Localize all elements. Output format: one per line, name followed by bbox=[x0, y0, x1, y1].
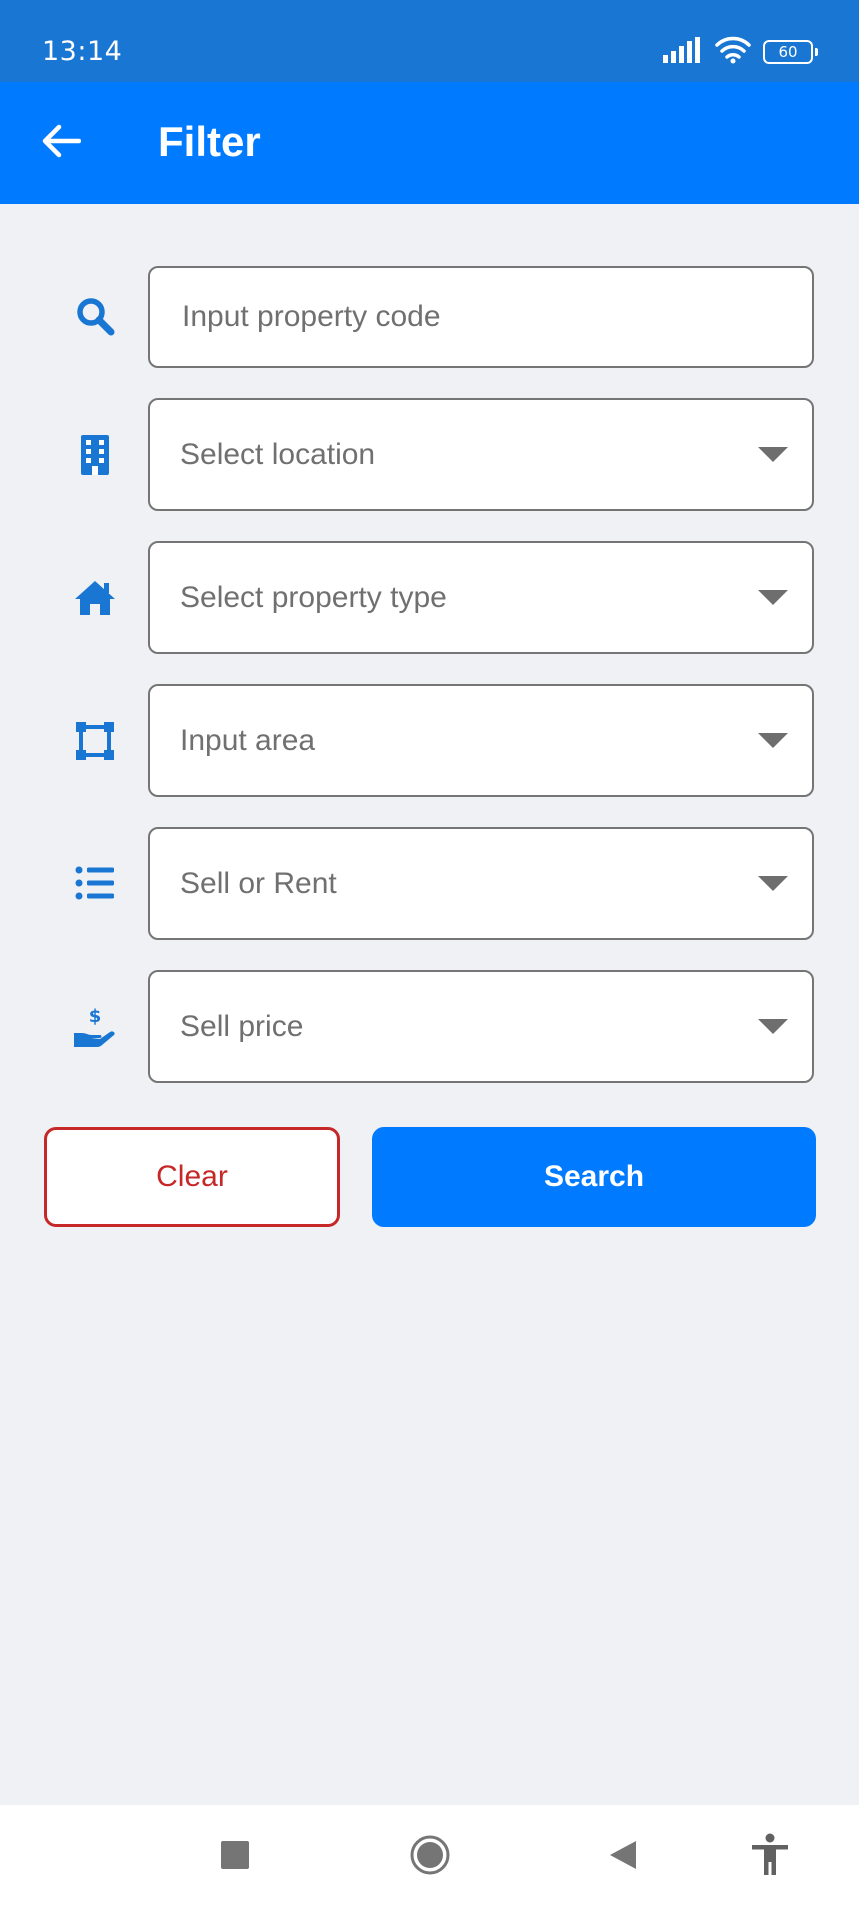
chevron-down-icon bbox=[758, 732, 788, 748]
status-icons: 60 bbox=[663, 36, 818, 68]
home-icon bbox=[70, 573, 120, 623]
recents-button[interactable] bbox=[195, 1805, 275, 1908]
property-code-input[interactable] bbox=[180, 299, 812, 335]
vector-square-icon bbox=[70, 716, 120, 766]
sell-or-rent-placeholder: Sell or Rent bbox=[180, 866, 337, 900]
home-nav-button[interactable] bbox=[390, 1805, 470, 1908]
signal-icon bbox=[663, 37, 703, 67]
sell-or-rent-select[interactable]: Sell or Rent bbox=[148, 827, 814, 940]
property-type-placeholder: Select property type bbox=[180, 580, 447, 614]
list-icon bbox=[70, 858, 120, 908]
status-bar: 13:14 60 bbox=[0, 0, 859, 82]
accessibility-icon bbox=[748, 1833, 792, 1881]
chevron-down-icon bbox=[758, 589, 788, 605]
property-code-field[interactable] bbox=[148, 266, 814, 368]
sell-price-placeholder: Sell price bbox=[180, 1009, 304, 1043]
chevron-down-icon bbox=[758, 1018, 788, 1034]
property-type-select[interactable]: Select property type bbox=[148, 541, 814, 654]
battery-icon: 60 bbox=[763, 40, 818, 64]
wifi-icon bbox=[715, 36, 751, 68]
svg-text:$: $ bbox=[89, 1006, 102, 1027]
back-triangle-icon bbox=[608, 1839, 638, 1875]
filter-screen: 13:14 60 Filter Input property code Sele… bbox=[0, 0, 859, 1908]
search-button[interactable]: Search bbox=[372, 1127, 816, 1227]
area-select[interactable]: Input area bbox=[148, 684, 814, 797]
chevron-down-icon bbox=[758, 446, 788, 462]
accessibility-button[interactable] bbox=[730, 1805, 810, 1908]
recents-square-icon bbox=[221, 1840, 249, 1873]
battery-level: 60 bbox=[778, 42, 798, 61]
search-icon bbox=[70, 291, 120, 341]
back-button[interactable] bbox=[30, 112, 92, 174]
chevron-down-icon bbox=[758, 875, 788, 891]
sell-price-select[interactable]: Sell price bbox=[148, 970, 814, 1083]
app-bar: Filter bbox=[0, 82, 859, 204]
home-circle-icon bbox=[410, 1835, 450, 1879]
hand-dollar-icon: $ bbox=[70, 1002, 120, 1052]
area-placeholder: Input area bbox=[180, 723, 316, 757]
clear-button[interactable]: Clear bbox=[44, 1127, 340, 1227]
back-nav-button[interactable] bbox=[583, 1805, 663, 1908]
building-icon bbox=[70, 430, 120, 480]
system-nav-bar bbox=[0, 1805, 859, 1908]
status-time: 13:14 bbox=[42, 36, 123, 67]
arrow-left-icon bbox=[41, 124, 82, 162]
location-placeholder: Select location bbox=[180, 437, 376, 471]
page-title: Filter bbox=[158, 118, 261, 165]
location-select[interactable]: Select location bbox=[148, 398, 814, 511]
